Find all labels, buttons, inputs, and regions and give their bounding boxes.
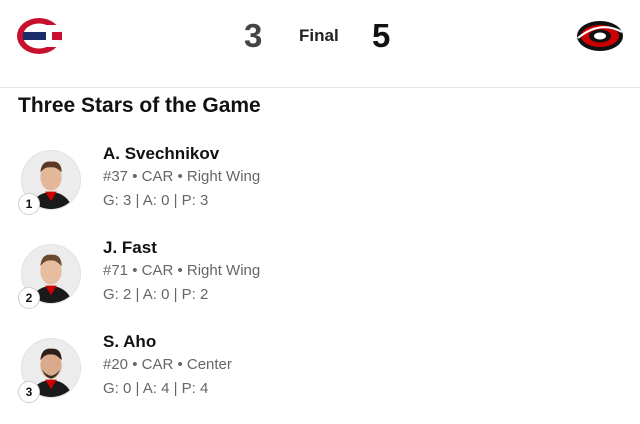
star-row-2[interactable]: 2 J. Fast #71 • CAR • Right Wing G: 2 | … bbox=[0, 238, 640, 330]
player-name[interactable]: S. Aho bbox=[103, 332, 156, 352]
home-score: 3 bbox=[244, 17, 263, 54]
hurricanes-logo[interactable] bbox=[576, 16, 624, 56]
scoreboard: 3 Final 5 bbox=[0, 0, 640, 88]
game-status: Final bbox=[299, 26, 339, 45]
player-stats: G: 2 | A: 0 | P: 2 bbox=[103, 286, 209, 303]
player-stats: G: 0 | A: 4 | P: 4 bbox=[103, 380, 209, 397]
player-info: #71 • CAR • Right Wing bbox=[103, 262, 261, 279]
star-row-3[interactable]: 3 S. Aho #20 • CAR • Center G: 0 | A: 4 … bbox=[0, 332, 640, 424]
section-title: Three Stars of the Game bbox=[18, 94, 261, 117]
star-rank-badge: 1 bbox=[18, 193, 40, 215]
player-stats: G: 3 | A: 0 | P: 3 bbox=[103, 192, 209, 209]
player-info: #20 • CAR • Center bbox=[103, 356, 232, 373]
star-rank-badge: 3 bbox=[18, 381, 40, 403]
player-name[interactable]: J. Fast bbox=[103, 238, 157, 258]
player-info: #37 • CAR • Right Wing bbox=[103, 168, 261, 185]
star-row-1[interactable]: 1 A. Svechnikov #37 • CAR • Right Wing G… bbox=[0, 144, 640, 236]
player-name[interactable]: A. Svechnikov bbox=[103, 144, 219, 164]
star-rank-badge: 2 bbox=[18, 287, 40, 309]
canadiens-logo[interactable] bbox=[16, 16, 62, 56]
away-score: 5 bbox=[372, 17, 391, 54]
